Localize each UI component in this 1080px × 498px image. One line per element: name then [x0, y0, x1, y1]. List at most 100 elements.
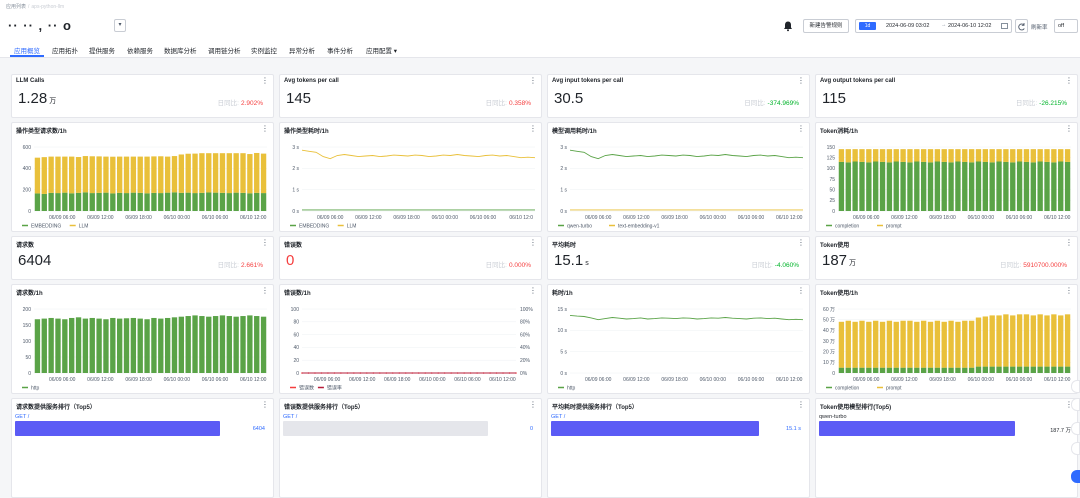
- tab-instances[interactable]: 实例监控: [251, 45, 277, 55]
- bar-llm: [55, 156, 61, 194]
- kpi-compare-label: 日同比:: [744, 100, 766, 107]
- token-consumption-chart[interactable]: 0 25 50 75 100 125 150 06/09 06:00 06/09 12:00 06…: [816, 123, 1078, 232]
- errors-hourly-chart[interactable]: 0 20 40 60 80 100 0% 20% 40% 60% 80% 100% 06/09 06:0…: [280, 285, 542, 394]
- more-menu-icon[interactable]: ⋮: [1065, 77, 1073, 85]
- bar-embedding: [199, 192, 205, 211]
- time-preset-chip[interactable]: 1d: [859, 22, 876, 30]
- kpi-compare-label: 日同比:: [999, 262, 1022, 269]
- more-menu-icon[interactable]: ⋮: [1065, 239, 1073, 247]
- op-requests-chart[interactable]: 0 200 400 600 06/09 06:00 06/09 12:00 06/09 18…: [12, 123, 274, 232]
- bar-completion: [962, 367, 968, 373]
- more-menu-icon[interactable]: ⋮: [529, 77, 537, 85]
- op-latency-chart[interactable]: 0 s 1 s 2 s 3 s 06/09 06:00 06/09 12:00 06/09 …: [280, 123, 542, 232]
- bell-icon[interactable]: [782, 20, 794, 32]
- tab-app-config[interactable]: 应用配置 ▾: [366, 45, 397, 55]
- bar-prompt: [893, 321, 899, 368]
- bar-prompt: [879, 149, 886, 162]
- x-tick-label: 06/09 18:00: [125, 215, 152, 221]
- bar-completion: [1010, 162, 1016, 211]
- kpi-compare-label: 日同比:: [485, 100, 507, 107]
- legend-label: text-embedding-v1: [618, 223, 660, 229]
- y-tick-label: 2 s: [292, 166, 299, 172]
- bar-prompt: [1003, 314, 1009, 367]
- bar-prompt: [873, 320, 879, 368]
- new-alert-rule-button[interactable]: 新建告警规则: [803, 19, 849, 33]
- tab-events[interactable]: 事件分析: [327, 45, 353, 55]
- bar-embedding: [233, 192, 239, 211]
- bar-prompt: [1064, 149, 1071, 162]
- edit-icon[interactable]: [1071, 442, 1080, 455]
- bar-llm: [123, 156, 130, 194]
- time-range-picker[interactable]: 1d 2024-06-09 03:02 → 2024-06-10 12:02: [855, 19, 1012, 33]
- bar-prompt: [989, 149, 995, 163]
- app-switch-dropdown[interactable]: ▾: [114, 19, 126, 32]
- bar-prompt: [948, 320, 954, 368]
- x-tick-label: 06/09 18:00: [661, 215, 688, 221]
- tab-database[interactable]: 数据库分析: [164, 45, 197, 55]
- x-tick-label: 06/09 18:00: [393, 215, 420, 221]
- bar-completion: [920, 367, 927, 373]
- kpi-card-avg-input-tokens: Avg input tokens per call ⋮ 30.5 日同比: -37…: [547, 74, 810, 118]
- y2-tick-label: 40%: [520, 345, 531, 351]
- tab-overview[interactable]: 应用概览: [14, 45, 40, 55]
- bar-http: [192, 315, 198, 373]
- x-tick-label: 06/09 06:00: [49, 215, 76, 221]
- y-tick-label: 20 万: [823, 349, 835, 355]
- x-tick-label: 06/09 12:00: [891, 377, 918, 383]
- bar-http: [89, 317, 95, 373]
- bar-http: [171, 317, 178, 373]
- tab-trace[interactable]: 调用链分析: [208, 45, 241, 55]
- bar-prompt: [989, 315, 995, 367]
- tab-topology[interactable]: 应用拓扑: [52, 45, 78, 55]
- chat-icon[interactable]: [1071, 398, 1080, 411]
- more-menu-icon[interactable]: ⋮: [261, 401, 269, 409]
- help-icon[interactable]: [1071, 380, 1080, 393]
- ranking-item-label[interactable]: qwen-turbo: [819, 414, 847, 420]
- bar-completion: [879, 161, 886, 211]
- y-tick-label: 40 万: [823, 328, 835, 334]
- more-menu-icon[interactable]: ⋮: [261, 77, 269, 85]
- breadcrumb-root[interactable]: 应用列表: [6, 4, 26, 10]
- bar-prompt: [1058, 149, 1064, 162]
- more-menu-icon[interactable]: ⋮: [797, 401, 805, 409]
- more-menu-icon[interactable]: ⋮: [529, 401, 537, 409]
- ranking-item-label[interactable]: GET /: [283, 414, 297, 420]
- feedback-icon[interactable]: [1071, 422, 1080, 435]
- ranking-item-label[interactable]: GET /: [15, 414, 29, 420]
- requests-hourly-chart[interactable]: 0 50 100 150 200 06/09 06:00 06/09 12:00 06/09 …: [12, 285, 274, 394]
- ranking-item-label[interactable]: GET /: [551, 414, 565, 420]
- series-line: [301, 149, 536, 160]
- y-tick-label: 60 万: [823, 307, 835, 313]
- more-menu-icon[interactable]: ⋮: [797, 239, 805, 247]
- breadcrumb-bar: 应用列表 / aps-python-llm: [0, 0, 1080, 14]
- bar-http: [137, 318, 143, 373]
- token-usage-hourly-chart[interactable]: 0 10 万 20 万 30 万 40 万 50 万 60 万 06/09 06:00 06/0…: [816, 285, 1078, 394]
- y2-tick-label: 100%: [520, 307, 533, 313]
- x-tick-label: 06/10 12:0: [509, 215, 533, 221]
- bar-llm: [206, 153, 212, 193]
- kpi-compare-value: -26.215%: [1039, 100, 1067, 107]
- more-menu-icon[interactable]: ⋮: [529, 239, 537, 247]
- time-start[interactable]: 2024-06-09 03:02: [886, 23, 929, 29]
- tab-provided-services[interactable]: 提供服务: [89, 45, 115, 55]
- more-menu-icon[interactable]: ⋮: [797, 77, 805, 85]
- refresh-button[interactable]: [1015, 19, 1028, 33]
- bar-completion: [914, 367, 920, 373]
- time-end[interactable]: 2024-06-10 12:02: [948, 23, 991, 29]
- kpi-title: 平均耗时: [552, 243, 577, 249]
- refresh-rate-select[interactable]: off: [1054, 19, 1078, 33]
- arrow-right-icon: →: [941, 22, 947, 28]
- kpi-compare-value: 5910700.000%: [1023, 262, 1067, 269]
- latency-hourly-chart[interactable]: 0 s 5 s 10 s 15 s 06/09 06:00 06/09 12:00 06/0…: [548, 285, 810, 394]
- bar-prompt: [962, 149, 968, 162]
- tab-exceptions[interactable]: 异常分析: [289, 45, 315, 55]
- ranking-item-value: 6404: [252, 426, 265, 432]
- bar-http: [75, 317, 82, 373]
- tab-dependencies[interactable]: 依赖服务: [127, 45, 153, 55]
- more-menu-icon[interactable]: ⋮: [261, 239, 269, 247]
- bar-prompt: [968, 149, 975, 163]
- x-tick-label: 06/10 06:00: [1006, 377, 1033, 383]
- kpi-card-requests: 请求数 ⋮ 6404 日同比: 2.661%: [11, 236, 274, 280]
- assistant-icon[interactable]: [1071, 470, 1080, 483]
- model-latency-chart[interactable]: 0 s 1 s 2 s 3 s 06/09 06:00 06/09 12:00 06/09 …: [548, 123, 810, 232]
